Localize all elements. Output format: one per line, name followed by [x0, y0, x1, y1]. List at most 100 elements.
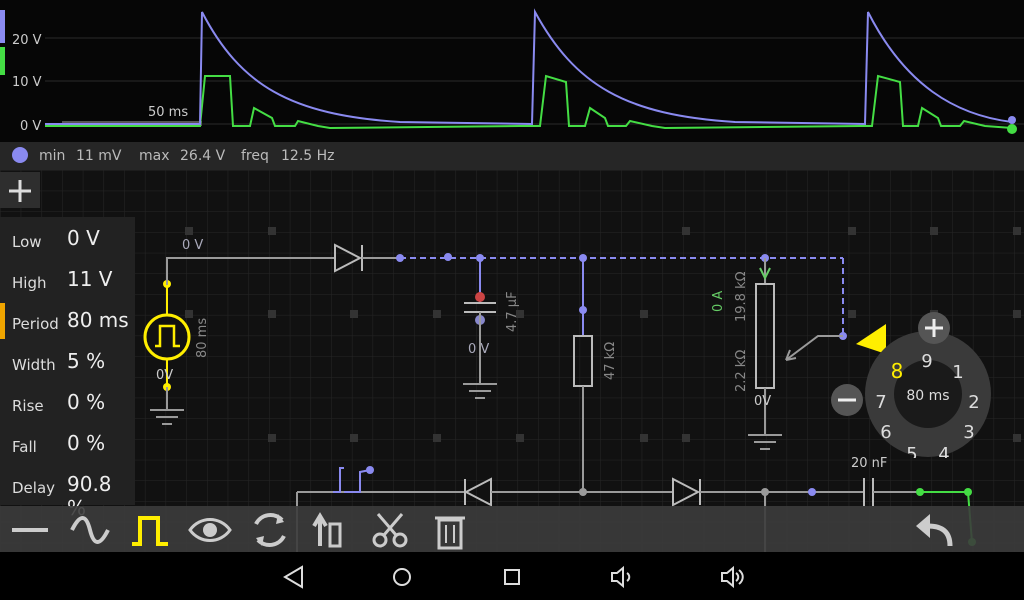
- dial-increment-button[interactable]: [918, 312, 950, 344]
- node: [396, 254, 404, 262]
- flip-button[interactable]: [308, 510, 352, 550]
- ac-source-button[interactable]: [68, 510, 112, 550]
- dial-number[interactable]: 1: [952, 362, 963, 383]
- series-marker-green: [0, 47, 5, 75]
- volume-up-icon: [721, 565, 744, 589]
- trash-icon: [435, 516, 465, 550]
- source-period: 80 ms: [195, 318, 210, 358]
- cut-button[interactable]: [368, 510, 412, 550]
- node: [366, 466, 374, 474]
- prop-row-period[interactable]: Period 80 ms: [0, 299, 135, 340]
- undo-icon: [916, 514, 953, 547]
- source-bottom-voltage: 0V: [156, 368, 173, 383]
- prop-value: 0 %: [67, 390, 106, 414]
- prop-label: High: [12, 274, 47, 292]
- dial-number-selected[interactable]: 8: [891, 359, 904, 383]
- freq-value: 12.5 Hz: [281, 148, 335, 164]
- rotate-icon: [254, 513, 286, 547]
- node: [808, 488, 816, 496]
- prop-row-high[interactable]: High 11 V: [0, 258, 135, 299]
- prop-label: Low: [12, 233, 42, 251]
- prop-value: 5 %: [67, 349, 106, 373]
- recents-square-icon: [504, 569, 520, 585]
- prop-row-width[interactable]: Width 5 %: [0, 340, 135, 381]
- add-component-button[interactable]: [0, 172, 40, 208]
- node: [964, 488, 972, 496]
- dial-number[interactable]: 7: [875, 392, 886, 413]
- max-label: max: [139, 148, 170, 164]
- plus-icon: [9, 180, 31, 202]
- trace-blue-end: [1008, 116, 1016, 124]
- home-button[interactable]: [388, 564, 416, 590]
- pulse-source-button[interactable]: [128, 510, 172, 550]
- resistor-value: 47 kΩ: [603, 342, 618, 380]
- prop-value: 0 %: [67, 431, 106, 455]
- scissors-icon: [372, 513, 408, 548]
- rotate-button[interactable]: [248, 510, 292, 550]
- oscilloscope-panel[interactable]: 20 V 10 V 0 V 50 ms: [0, 0, 1024, 142]
- volume-up-button[interactable]: [718, 564, 746, 590]
- max-value: 26.4 V: [180, 148, 226, 164]
- trace-green-end: [1007, 124, 1017, 134]
- prop-label: Rise: [12, 397, 44, 415]
- dial-number[interactable]: 6: [880, 422, 891, 443]
- scope-info-bar: min 11 mV max 26.4 V freq 12.5 Hz: [0, 142, 1024, 170]
- trace-blue: [45, 8, 1013, 126]
- wire-tool-button[interactable]: [8, 510, 52, 550]
- dial-number[interactable]: 5: [906, 444, 917, 465]
- dial-decrement-button[interactable]: [831, 384, 863, 416]
- pot-upper: 19.8 kΩ: [734, 271, 749, 322]
- freq-label: freq: [241, 148, 269, 164]
- pot-lower: 2.2 kΩ: [734, 350, 749, 392]
- volume-down-button[interactable]: [608, 564, 636, 590]
- delete-button[interactable]: [428, 510, 472, 550]
- flip-icon: [312, 512, 342, 548]
- node: [444, 253, 452, 261]
- properties-panel: Low 0 V High 11 V Period 80 ms Width 5 %…: [0, 217, 135, 520]
- dial-number[interactable]: 4: [938, 444, 949, 465]
- axis-label: 10 V: [12, 75, 42, 90]
- capacitor-voltage: 0 V: [468, 342, 489, 357]
- system-nav-bar: [0, 552, 1024, 600]
- minus-icon: [838, 398, 856, 402]
- back-triangle-icon: [283, 565, 303, 589]
- prop-value: 0 V: [67, 226, 100, 250]
- recents-button[interactable]: [498, 564, 526, 590]
- prop-row-rise[interactable]: Rise 0 %: [0, 381, 135, 422]
- node: [916, 488, 924, 496]
- timebase-label: 50 ms: [148, 105, 188, 120]
- pot-current: 0 A: [711, 291, 726, 312]
- eye-icon: [188, 518, 232, 542]
- undo-button[interactable]: [912, 510, 956, 550]
- sine-wave-icon: [70, 516, 110, 544]
- prop-label: Delay: [12, 479, 56, 497]
- prop-row-fall[interactable]: Fall 0 %: [0, 422, 135, 463]
- selected-marker: [0, 303, 5, 339]
- dial-number[interactable]: 3: [963, 422, 974, 443]
- cap2-value: 20 nF: [851, 456, 887, 471]
- view-button[interactable]: [188, 510, 232, 550]
- scope-dot[interactable]: [12, 147, 28, 163]
- dial-number[interactable]: 2: [968, 392, 979, 413]
- bottom-toolbar: [0, 506, 1024, 552]
- prop-row-delay[interactable]: Delay 90.8 %: [0, 463, 135, 520]
- prop-label: Fall: [12, 438, 37, 456]
- pulse-wave-icon: [132, 516, 168, 546]
- series-marker-blue: [0, 10, 5, 43]
- node: [579, 488, 587, 496]
- dial-number[interactable]: 9: [921, 351, 932, 372]
- min-label: min: [39, 148, 66, 164]
- capacitor-value: 4.7 μF: [505, 291, 520, 332]
- oscilloscope-plot: 20 V 10 V 0 V 50 ms: [0, 8, 1024, 134]
- prop-row-low[interactable]: Low 0 V: [0, 217, 135, 258]
- prop-value: 11 V: [67, 267, 113, 291]
- value-dial[interactable]: 80 ms 1 2 3 4 5 6 7 8 9: [864, 330, 992, 465]
- prop-label: Period: [12, 315, 59, 333]
- wire-icon: [12, 528, 48, 532]
- volume-down-icon: [611, 565, 631, 589]
- axis-label: 20 V: [12, 33, 42, 48]
- min-value: 11 mV: [76, 148, 122, 164]
- prop-value: 80 ms: [67, 308, 129, 332]
- back-button[interactable]: [280, 564, 308, 590]
- home-circle-icon: [393, 568, 411, 586]
